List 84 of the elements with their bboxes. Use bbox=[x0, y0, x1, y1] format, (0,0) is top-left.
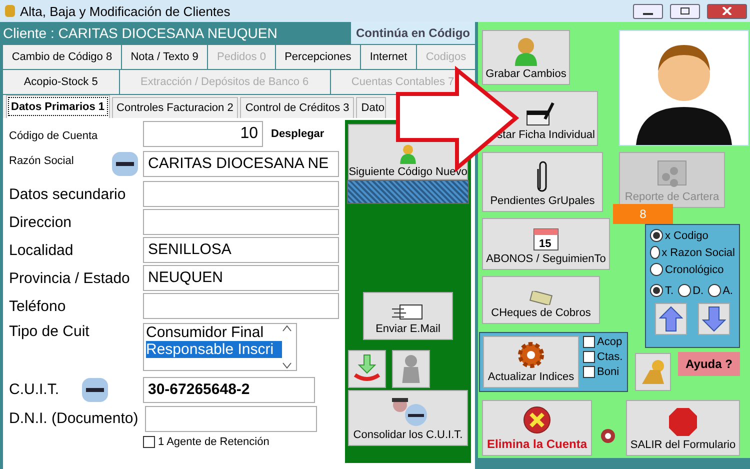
send-email-button[interactable]: Enviar E.Mail bbox=[363, 292, 453, 340]
count-badge: 8 bbox=[613, 204, 673, 224]
stop-sign-icon bbox=[668, 407, 698, 437]
checkbox[interactable] bbox=[583, 336, 595, 348]
radio-option[interactable]: x Codigo bbox=[650, 229, 735, 242]
afip-icon[interactable] bbox=[111, 151, 139, 177]
tab[interactable]: Acopio-Stock 5 bbox=[3, 70, 119, 94]
field-label: Direccion bbox=[9, 214, 72, 230]
continue-button[interactable]: Continúa en Código bbox=[351, 22, 475, 44]
field-label: C.U.I.T. bbox=[9, 381, 60, 398]
text-field[interactable]: CARITAS DIOCESANA NE bbox=[143, 151, 339, 177]
tab[interactable]: Control de Créditos 3 bbox=[240, 97, 354, 118]
cuit-field[interactable]: 30-67265648-2 bbox=[143, 376, 315, 402]
text-field[interactable] bbox=[143, 181, 339, 207]
consolidate-button[interactable]: Consolidar los C.U.I.T. bbox=[348, 390, 468, 446]
tab[interactable]: Percepciones bbox=[276, 45, 360, 69]
field-label: Código de Cuenta bbox=[9, 130, 98, 142]
dots-window-icon bbox=[656, 159, 688, 189]
envelope-icon bbox=[392, 303, 424, 321]
close-button[interactable] bbox=[707, 4, 747, 18]
calendar-day: 15 bbox=[539, 238, 552, 250]
text-field[interactable]: SENILLOSA bbox=[143, 237, 339, 263]
payments-button[interactable]: 15 ABONOS / SeguimienTo bbox=[482, 218, 610, 270]
radio-option[interactable]: x Razon Social bbox=[650, 246, 735, 259]
afip-icon[interactable] bbox=[81, 376, 110, 402]
checkbox-label: Acop bbox=[597, 336, 622, 348]
sort-up-button[interactable] bbox=[655, 303, 688, 335]
pending-groups-button[interactable]: Pendientes GrUpales bbox=[482, 152, 603, 212]
checkbox-label: Ctas. bbox=[597, 351, 623, 363]
tab[interactable]: Controles Facturacion 2 bbox=[112, 97, 238, 118]
checkbox[interactable] bbox=[143, 436, 155, 448]
text-field[interactable] bbox=[143, 209, 339, 235]
cancel-icon bbox=[522, 405, 552, 435]
emblem-icon bbox=[598, 428, 618, 444]
checks-button[interactable]: CHeques de Cobros bbox=[482, 276, 600, 324]
person-icon bbox=[513, 36, 539, 66]
app-icon bbox=[4, 4, 16, 18]
field-label: Localidad bbox=[9, 242, 74, 258]
field-label: Provincia / Estado bbox=[9, 270, 130, 286]
text-field[interactable] bbox=[143, 293, 339, 319]
list-option[interactable]: Responsable Inscri bbox=[146, 341, 282, 358]
update-indexes-button[interactable]: Actualizar Indices bbox=[483, 336, 579, 388]
tab[interactable]: Internet bbox=[361, 45, 416, 69]
scroll-down-icon[interactable] bbox=[282, 362, 292, 370]
field-label: Tipo de Cuit bbox=[9, 323, 90, 340]
person-icon bbox=[399, 144, 417, 164]
field-label: D.N.I. (Documento) bbox=[9, 410, 138, 427]
field-label: Razón Social bbox=[9, 155, 74, 167]
cheque-icon bbox=[528, 291, 554, 305]
sort-down-button[interactable] bbox=[698, 303, 730, 335]
tab[interactable]: Nota / Texto 9 bbox=[122, 45, 208, 69]
checkbox-label: Boni bbox=[597, 366, 620, 378]
checkbox-label: 1 Agente de Retención bbox=[158, 436, 270, 448]
cuit-type-list[interactable]: Consumidor Final Responsable Inscri bbox=[143, 323, 297, 371]
tab[interactable]: Datos Primarios 1 bbox=[6, 95, 110, 118]
field-label: Teléfono bbox=[9, 298, 66, 314]
dni-field[interactable] bbox=[145, 406, 317, 432]
paperclip-icon bbox=[536, 159, 550, 193]
checkbox[interactable] bbox=[583, 366, 595, 378]
account-code-field[interactable]: 10 bbox=[143, 121, 263, 147]
minimize-button[interactable] bbox=[633, 4, 663, 18]
scroll-up-icon[interactable] bbox=[282, 324, 292, 332]
delete-account-button[interactable]: Elimina la Cuenta bbox=[482, 400, 592, 456]
maximize-button[interactable] bbox=[670, 4, 700, 18]
window-title: Alta, Baja y Modificación de Clientes bbox=[20, 4, 230, 18]
field-label: Datos secundario bbox=[9, 186, 126, 202]
up-arrow-icon bbox=[659, 306, 684, 332]
exit-form-button[interactable]: SALIR del Formulario bbox=[626, 400, 740, 456]
phone-download-icon bbox=[352, 353, 382, 383]
maximize-icon bbox=[680, 7, 690, 15]
close-icon bbox=[722, 7, 732, 15]
gear-icon bbox=[515, 341, 547, 369]
client-name: Cliente : CARITAS DIOCESANA NEUQUEN bbox=[3, 25, 278, 41]
checkbox[interactable] bbox=[583, 351, 595, 363]
down-arrow-icon bbox=[702, 306, 726, 332]
display-label: Desplegar bbox=[271, 128, 324, 140]
radio-option[interactable]: Cronológico bbox=[650, 263, 735, 276]
download-phone-button[interactable] bbox=[348, 350, 386, 388]
tab[interactable]: Dato bbox=[356, 97, 386, 118]
list-option[interactable]: Consumidor Final bbox=[146, 324, 282, 341]
help-button[interactable]: Ayuda ? bbox=[678, 352, 740, 376]
save-changes-button[interactable]: Grabar Cambios bbox=[482, 30, 570, 85]
text-field[interactable]: NEUQUEN bbox=[143, 265, 339, 291]
tab[interactable]: Cambio de Código 8 bbox=[3, 45, 121, 69]
